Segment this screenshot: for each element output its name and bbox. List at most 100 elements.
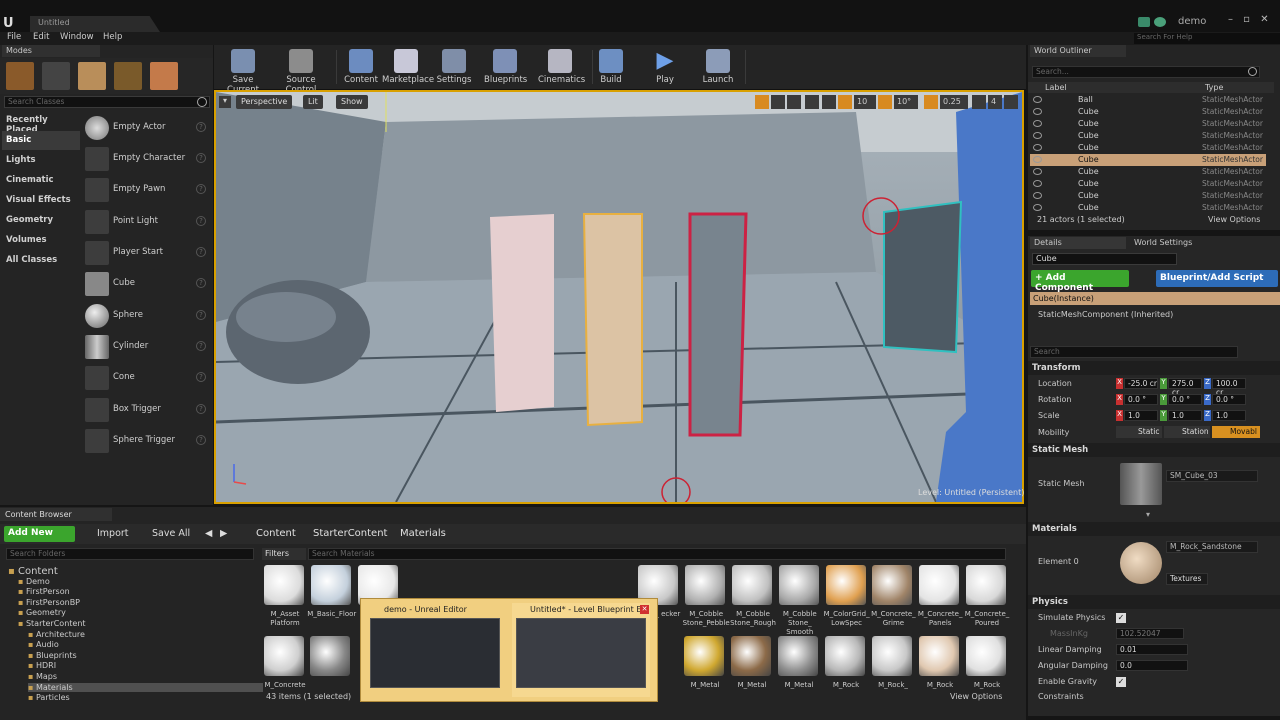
marketplace-button[interactable]: Marketplace <box>382 46 434 88</box>
perspective-button[interactable]: Perspective <box>236 95 293 109</box>
cinematics-button[interactable]: Cinematics <box>538 46 585 88</box>
folder-item[interactable]: ▪ Geometry <box>18 608 66 617</box>
grid-snap-value[interactable]: 10 <box>854 95 876 109</box>
content-view-options[interactable]: View Options <box>950 692 1002 701</box>
source-control-button[interactable]: Source Control <box>272 46 330 95</box>
world-local-icon[interactable] <box>805 95 819 109</box>
asset-tile[interactable]: M_Concrete_ Panels <box>918 565 962 628</box>
folder-item[interactable]: ▪ HDRI <box>28 661 56 670</box>
category-all-classes[interactable]: All Classes <box>2 251 80 270</box>
content-button[interactable]: Content <box>342 46 380 88</box>
mobility-movable-button[interactable]: Movabl <box>1212 426 1260 438</box>
constraints-section[interactable]: Constraints <box>1038 692 1084 701</box>
rotate-tool-icon[interactable] <box>771 95 785 109</box>
materials-section[interactable]: Materials <box>1028 522 1280 536</box>
folder-item[interactable]: ▪ Content <box>8 566 58 577</box>
scale-tool-icon[interactable] <box>787 95 801 109</box>
physics-section[interactable]: Physics <box>1028 595 1280 609</box>
place-item-empty-pawn[interactable]: Empty Pawn? <box>84 176 210 204</box>
visibility-eye-icon[interactable] <box>1033 156 1042 163</box>
location-x-field[interactable]: -25.0 cr <box>1124 378 1158 389</box>
asset-tile[interactable]: M_Rock_ <box>872 636 914 690</box>
scale-z-field[interactable]: 1.0 <box>1212 410 1246 421</box>
document-tab[interactable]: Untitled <box>30 16 160 32</box>
place-item-point-light[interactable]: Point Light? <box>84 208 210 236</box>
close-icon[interactable]: ✕ <box>1258 14 1271 26</box>
transform-section[interactable]: Transform <box>1028 361 1280 375</box>
feedback-icon[interactable] <box>1154 17 1166 27</box>
asset-tile[interactable]: M_Concrete_ Poured <box>965 565 1009 628</box>
help-icon[interactable]: ? <box>196 310 206 320</box>
scale-snap-icon[interactable] <box>924 95 938 109</box>
asset-tile[interactable]: M_Asset Platform <box>264 565 306 628</box>
scale-y-field[interactable]: 1.0 <box>1168 410 1202 421</box>
place-item-player-start[interactable]: Player Start? <box>84 239 210 267</box>
place-item-sphere-trigger[interactable]: Sphere Trigger? <box>84 427 210 455</box>
rotation-snap-icon[interactable] <box>878 95 892 109</box>
outliner-row[interactable]: Ball StaticMeshActor <box>1030 94 1266 106</box>
add-new-button[interactable]: Add New <box>4 526 75 542</box>
asset-tile[interactable] <box>310 636 352 681</box>
category-volumes[interactable]: Volumes <box>2 231 80 250</box>
surface-snap-icon[interactable] <box>822 95 836 109</box>
blueprint-script-button[interactable]: Blueprint/Add Script <box>1156 270 1278 287</box>
folder-item[interactable]: ▪ FirstPerson <box>18 587 70 596</box>
foliage-mode-icon[interactable] <box>114 62 142 90</box>
category-recently-placed[interactable]: Recently Placed <box>2 111 80 135</box>
place-item-empty-actor[interactable]: Empty Actor? <box>84 114 210 142</box>
material-dropdown[interactable]: M_Rock_Sandstone <box>1166 541 1258 553</box>
blueprints-button[interactable]: Blueprints <box>484 46 527 88</box>
menu-window[interactable]: Window <box>60 32 94 42</box>
folder-item[interactable]: ▪ Audio <box>28 640 59 649</box>
help-icon[interactable]: ? <box>196 341 206 351</box>
search-materials-input[interactable]: Search Materials <box>308 548 1006 560</box>
details-search-input[interactable]: Search <box>1030 346 1238 358</box>
material-thumbnail[interactable] <box>1120 542 1162 584</box>
landscape-mode-icon[interactable] <box>78 62 106 90</box>
paint-mode-icon[interactable] <box>42 62 70 90</box>
play-button[interactable]: ▶ Play <box>650 46 680 88</box>
asset-tile[interactable]: M_ColorGrid_ LowSpec <box>824 565 870 628</box>
help-icon[interactable]: ? <box>196 247 206 257</box>
help-icon[interactable]: ? <box>196 435 206 445</box>
folder-item[interactable]: ▪ Blueprints <box>28 651 77 660</box>
outliner-row[interactable]: Cube StaticMeshActor <box>1030 130 1266 142</box>
breadcrumb-starter-content[interactable]: StarterContent <box>313 528 387 539</box>
scale-x-field[interactable]: 1.0 <box>1124 410 1158 421</box>
actor-name-field[interactable]: Cube <box>1032 253 1177 265</box>
search-help-input[interactable]: Search For Help <box>1134 33 1280 44</box>
asset-tile[interactable]: M_Rock <box>825 636 867 690</box>
geometry-mode-icon[interactable] <box>150 62 178 90</box>
rotation-z-field[interactable]: 0.0 ° <box>1212 394 1246 405</box>
column-type[interactable]: Type <box>1205 83 1223 92</box>
rotation-x-field[interactable]: 0.0 ° <box>1124 394 1158 405</box>
location-z-field[interactable]: 100.0 cr <box>1212 378 1246 397</box>
launch-button[interactable]: Launch <box>702 46 734 88</box>
folder-item[interactable]: ▪ Particles <box>28 693 70 702</box>
tab-world-outliner[interactable]: World Outliner <box>1030 45 1126 57</box>
help-icon[interactable]: ? <box>196 404 206 414</box>
translate-tool-icon[interactable] <box>755 95 769 109</box>
settings-button[interactable]: Settings <box>435 46 473 88</box>
import-button[interactable]: Import <box>97 528 129 539</box>
build-button[interactable]: Build <box>596 46 626 88</box>
asset-tile[interactable]: M_Rock <box>966 636 1008 690</box>
preview-window-blueprint[interactable]: Untitled* - Level Blueprint E... <box>512 603 650 697</box>
tab-details[interactable]: Details <box>1030 237 1126 249</box>
breadcrumb-content[interactable]: Content <box>256 528 296 539</box>
tab-world-settings[interactable]: World Settings <box>1130 237 1226 249</box>
maximize-viewport-icon[interactable] <box>1004 95 1018 109</box>
help-icon[interactable]: ? <box>196 184 206 194</box>
static-mesh-section[interactable]: Static Mesh <box>1028 443 1280 457</box>
visibility-eye-icon[interactable] <box>1033 120 1042 127</box>
category-geometry[interactable]: Geometry <box>2 211 80 230</box>
help-icon[interactable]: ? <box>196 122 206 132</box>
asset-tile[interactable]: M_Metal <box>731 636 773 690</box>
help-icon[interactable]: ? <box>196 153 206 163</box>
mobility-stationary-button[interactable]: Station <box>1164 426 1210 438</box>
help-icon[interactable]: ? <box>196 278 206 288</box>
show-button[interactable]: Show <box>336 95 368 109</box>
tab-content-browser[interactable]: Content Browser <box>0 508 112 521</box>
mass-field[interactable]: 102.52047 <box>1116 628 1184 639</box>
minimize-icon[interactable]: – <box>1224 14 1237 26</box>
